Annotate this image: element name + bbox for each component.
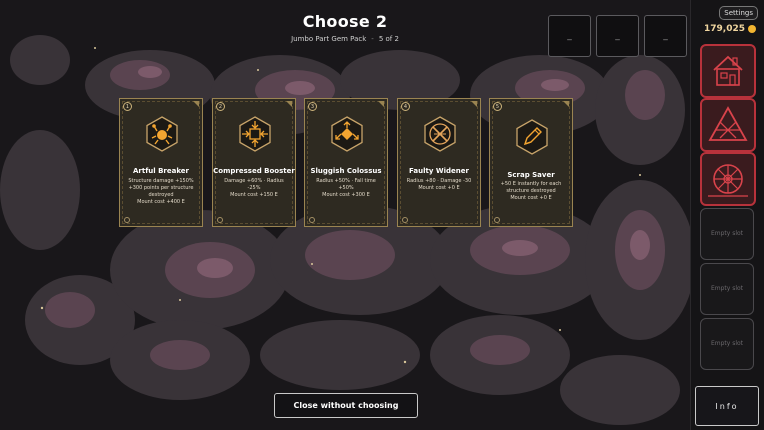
- card-corner: [563, 101, 569, 107]
- card-corner: [378, 101, 384, 107]
- card-corner: [286, 101, 292, 107]
- tent-icon: [708, 106, 748, 141]
- card-pip: [402, 217, 408, 223]
- card-description: Damage +60% · Radius -25% Mount cost +15…: [224, 178, 284, 198]
- empty-slot-label: Empty slot: [710, 340, 744, 347]
- house-icon: [713, 55, 743, 86]
- card-title: Sluggish Colossus: [310, 167, 382, 175]
- card-title: Faulty Widener: [409, 167, 469, 175]
- card-corner: [471, 101, 477, 107]
- card-title: Compressed Booster: [213, 167, 295, 175]
- card-corner: [193, 101, 199, 107]
- card-number: 2: [216, 102, 225, 111]
- close-without-choosing-button[interactable]: Close without choosing: [274, 393, 418, 418]
- tool-slot-tent[interactable]: [700, 98, 756, 152]
- selected-slot-3[interactable]: _: [644, 15, 687, 57]
- empty-slot-label: Empty slot: [710, 230, 744, 237]
- tool-slot-waterwheel[interactable]: [700, 152, 756, 206]
- selected-slot-2[interactable]: _: [596, 15, 639, 57]
- info-button[interactable]: Info: [695, 386, 759, 426]
- empty-tool-slot[interactable]: Empty slot: [700, 263, 754, 315]
- card-number: 3: [308, 102, 317, 111]
- card-description: Structure damage +150% +300 points per s…: [128, 178, 194, 205]
- gem-card-artful-breaker[interactable]: 1 Artful Breaker Structure damage +150% …: [119, 98, 203, 227]
- card-pip: [494, 217, 500, 223]
- card-number: 5: [493, 102, 502, 111]
- gem-card-compressed-booster[interactable]: 2 Compressed Booster Damage +60% · Radiu…: [212, 98, 296, 227]
- compress-arrows-icon: [239, 116, 271, 152]
- card-title: Artful Breaker: [132, 167, 189, 175]
- subtitle-separator: -: [371, 35, 374, 43]
- empty-tool-slot[interactable]: Empty slot: [700, 208, 754, 260]
- sidebar: Settings 179,025 Empty slot Empty slot E…: [690, 0, 764, 430]
- pencil-icon: [516, 119, 548, 155]
- money-display: 179,025: [704, 24, 756, 34]
- settings-button[interactable]: Settings: [719, 6, 758, 20]
- empty-slot-label: Empty slot: [710, 285, 744, 292]
- card-pip: [217, 217, 223, 223]
- gem-card-sluggish-colossus[interactable]: 3 Sluggish Colossus Radius +50% · Fall t…: [304, 98, 388, 227]
- selected-slot-1[interactable]: _: [548, 15, 591, 57]
- card-pip: [124, 217, 130, 223]
- empty-tool-slot[interactable]: Empty slot: [700, 318, 754, 370]
- selected-slots: _ _ _: [548, 15, 687, 57]
- widener-crossed-icon: [424, 116, 456, 152]
- gem-card-scrap-saver[interactable]: 5 Scrap Saver +50 E instantly for each s…: [489, 98, 573, 227]
- pick-progress: 5 of 2: [378, 35, 399, 43]
- crab-gem-icon: [146, 116, 178, 152]
- card-description: +50 E instantly for each structure destr…: [500, 181, 562, 201]
- gem-card-faulty-widener[interactable]: 4 Faulty Widener Radius +80 · Damage -30…: [397, 98, 481, 227]
- pack-name: Jumbo Part Gem Pack: [291, 35, 367, 43]
- card-description: Radius +50% · Fall time +50% Mount cost …: [316, 178, 376, 198]
- card-title: Scrap Saver: [507, 171, 555, 179]
- tool-slot-house[interactable]: [700, 44, 756, 98]
- card-pip: [309, 217, 315, 223]
- waterwheel-icon: [708, 164, 748, 197]
- coin-icon: [748, 25, 756, 33]
- card-number: 1: [123, 102, 132, 111]
- card-number: 4: [401, 102, 410, 111]
- card-description: Radius +80 · Damage -30 Mount cost +0 E: [406, 178, 472, 191]
- split-arrows-icon: [331, 116, 363, 152]
- money-amount: 179,025: [704, 24, 745, 34]
